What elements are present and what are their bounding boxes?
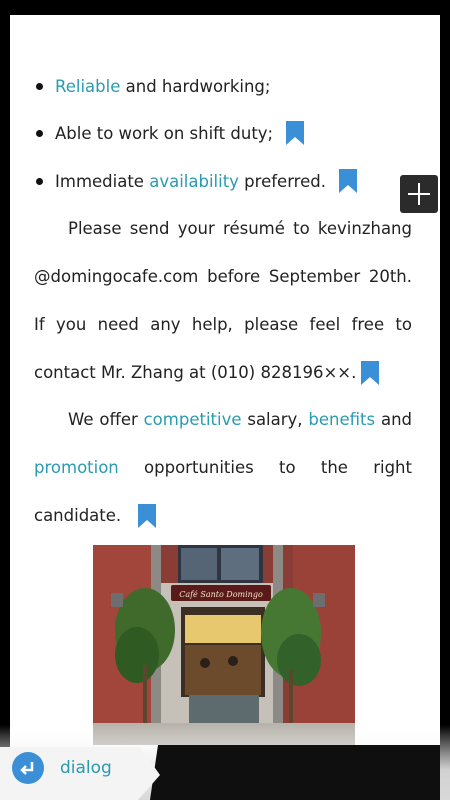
paragraph-word: the [320, 458, 348, 477]
paragraph-line: promotion opportunities to the right [34, 444, 412, 492]
bookmark-icon[interactable] [360, 360, 380, 386]
keyword-link[interactable]: Reliable [55, 77, 120, 96]
reading-page: Reliable and hardworking; Able to work o… [10, 15, 440, 800]
back-button[interactable] [12, 752, 44, 784]
keyword-link[interactable]: availability [149, 172, 239, 191]
bookmark-icon[interactable] [338, 168, 358, 194]
paragraph-text: contact Mr. Zhang at (010) 828196××. [34, 363, 357, 382]
paragraph-line: contact Mr. Zhang at (010) 828196××. [34, 349, 412, 397]
paragraph-text: We offer [68, 410, 144, 429]
bullet-dot [36, 129, 43, 137]
bullet-text: and hardworking; [120, 76, 271, 96]
keyword-link[interactable]: competitive [144, 410, 242, 429]
paragraph-line: candidate. [34, 492, 412, 540]
paragraph: Please send your résumé to kevinzhang @d… [34, 205, 412, 397]
keyword-link[interactable]: benefits [308, 410, 375, 429]
dialog-tab-label[interactable]: dialog [60, 758, 112, 778]
paragraph-word: opportunities [144, 458, 254, 477]
bullet-text: Immediate [55, 171, 150, 191]
paragraph-text: and [375, 410, 413, 429]
bullet-dot [36, 177, 43, 185]
cafe-photo[interactable]: Café Santo Domingo [93, 545, 355, 745]
add-button[interactable] [400, 175, 438, 213]
cafe-sign-text: Café Santo Domingo [179, 590, 263, 599]
bullet-dot [36, 82, 43, 90]
bookmark-icon[interactable] [285, 120, 305, 146]
paragraph-word: to [279, 458, 296, 477]
bullet-item: Immediate availability preferred. [10, 166, 430, 196]
bullet-item: Reliable and hardworking; [10, 71, 430, 101]
bullet-item: Able to work on shift duty; [10, 118, 430, 148]
paragraph-word: right [373, 458, 412, 477]
paragraph: We offer competitive salary, benefits an… [34, 396, 412, 540]
keyword-link[interactable]: promotion [34, 458, 119, 477]
paragraph-line: @domingocafe.com before September 20th. [34, 267, 412, 286]
paragraph-text: salary, [241, 410, 309, 429]
paragraph-line: If you need any help, please feel free t… [34, 315, 412, 334]
paragraph-line: We offer competitive salary, benefits an… [34, 396, 412, 444]
paragraph-text: candidate. [34, 506, 122, 525]
bookmark-icon[interactable] [137, 503, 157, 529]
bullet-text: Able to work on shift duty; [55, 123, 274, 143]
back-arrow-icon [20, 762, 34, 775]
paragraph-line: Please send your résumé to kevinzhang [68, 219, 412, 238]
bullet-text: preferred. [238, 171, 326, 191]
